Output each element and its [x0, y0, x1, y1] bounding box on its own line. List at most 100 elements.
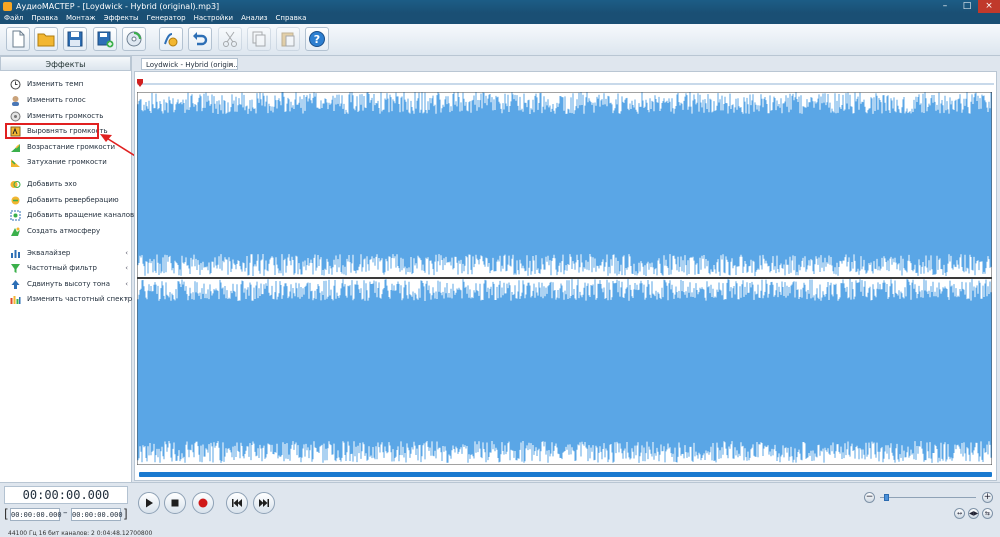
- menu-generator[interactable]: Генератор: [143, 13, 190, 24]
- volume-icon: [10, 111, 21, 122]
- filter-icon: [11, 264, 20, 273]
- effect-label: Эквалайзер: [27, 249, 71, 257]
- record-cd-button[interactable]: [122, 27, 146, 51]
- selection-dash: –: [63, 508, 68, 518]
- submenu-arrow-icon: ‹: [125, 295, 128, 303]
- skip-forward-icon: [259, 499, 269, 507]
- effect-change-voice[interactable]: Изменить голос: [0, 93, 131, 107]
- equalizer-icon: [11, 250, 20, 258]
- file-tab-label: Loydwick - Hybrid (origin...: [146, 61, 238, 69]
- file-tab[interactable]: Loydwick - Hybrid (origin... ×: [141, 58, 238, 70]
- menu-montage[interactable]: Монтаж: [62, 13, 100, 24]
- new-file-button[interactable]: [6, 27, 30, 51]
- effect-label: Добавить эхо: [27, 180, 77, 188]
- effect-label: Изменить частотный спектр: [27, 295, 133, 303]
- title-bar: АудиоМАСТЕР - [Loydwick - Hybrid (origin…: [0, 0, 1000, 13]
- help-button[interactable]: ?: [305, 27, 329, 51]
- paste-button[interactable]: [276, 27, 300, 51]
- cut-button[interactable]: [218, 27, 242, 51]
- timeline-ruler[interactable]: [137, 79, 994, 89]
- zoom-reset-button[interactable]: ⇆: [982, 508, 993, 519]
- effects-header: Эффекты: [0, 56, 131, 71]
- audio-edit-icon: [164, 33, 178, 47]
- record-button[interactable]: [192, 492, 214, 514]
- app-icon: [3, 2, 12, 11]
- maximize-icon[interactable]: □: [956, 0, 978, 13]
- zoom-out-button[interactable]: −: [864, 492, 875, 503]
- menu-analysis[interactable]: Анализ: [237, 13, 271, 24]
- effect-create-atmosphere[interactable]: Создать атмосферу: [0, 224, 131, 238]
- effect-frequency-filter[interactable]: Частотный фильтр ‹: [0, 261, 131, 275]
- scissors-icon: [223, 31, 237, 47]
- selection-start-field[interactable]: 00:00:00.000: [10, 508, 62, 521]
- fit-width-button[interactable]: ↔: [954, 508, 965, 519]
- zoom-slider-track[interactable]: [880, 497, 976, 498]
- undo-button[interactable]: [188, 27, 212, 51]
- save-button[interactable]: [63, 27, 87, 51]
- effect-label: Изменить голос: [27, 96, 86, 104]
- cd-icon: [126, 31, 142, 47]
- time-display: 00:00:00.000 [ 00:00:00.000 – 00:00:00.0…: [4, 486, 128, 526]
- edit-button[interactable]: [159, 27, 183, 51]
- skip-forward-button[interactable]: [253, 492, 275, 514]
- menu-edit[interactable]: Правка: [27, 13, 62, 24]
- waveform-core: [137, 309, 992, 433]
- svg-text:?: ?: [314, 33, 320, 46]
- stop-button[interactable]: [164, 492, 186, 514]
- waveform[interactable]: [137, 92, 992, 465]
- reverb-icon: [11, 196, 20, 205]
- echo-icon: [10, 181, 21, 188]
- effect-add-reverb[interactable]: Добавить реверберацию: [0, 193, 131, 207]
- selection-end-field[interactable]: 00:00:00.000: [71, 508, 123, 521]
- current-time: 00:00:00.000: [4, 486, 128, 504]
- effect-change-spectrum[interactable]: Изменить частотный спектр ‹: [0, 292, 133, 306]
- skip-back-button[interactable]: [226, 492, 248, 514]
- clock-icon: [10, 79, 21, 90]
- playhead-marker-icon[interactable]: [137, 79, 143, 87]
- copy-icon: [252, 31, 266, 47]
- minimize-icon[interactable]: –: [934, 0, 956, 13]
- open-button[interactable]: [34, 27, 58, 51]
- voice-icon: [12, 96, 19, 106]
- zoom-slider-thumb[interactable]: [883, 494, 889, 501]
- play-button[interactable]: [138, 492, 160, 514]
- submenu-arrow-icon: ‹: [125, 264, 128, 272]
- skip-back-icon: [232, 499, 242, 507]
- close-icon[interactable]: ×: [978, 0, 1000, 13]
- effect-pitch-shift[interactable]: Сдвинуть высоту тона ‹: [0, 277, 131, 291]
- effect-label: Добавить вращение каналов: [27, 211, 135, 219]
- zoom-in-button[interactable]: +: [982, 492, 993, 503]
- submenu-arrow-icon: ‹: [125, 280, 128, 288]
- window-title: АудиоМАСТЕР - [Loydwick - Hybrid (origin…: [16, 2, 220, 11]
- bracket-left: [: [4, 507, 9, 521]
- status-text: 44100 Гц 16 бит каналов: 2 0:04:48.12700…: [8, 530, 153, 537]
- fade-out-icon: [11, 159, 20, 167]
- copy-button[interactable]: [247, 27, 271, 51]
- new-file-icon: [12, 30, 25, 48]
- effect-equalizer[interactable]: Эквалайзер ‹: [0, 246, 131, 260]
- zoom-control: − +: [864, 492, 994, 504]
- menu-file[interactable]: Файл: [0, 13, 27, 24]
- save-as-button[interactable]: [93, 27, 117, 51]
- effect-add-channel-rotation[interactable]: Добавить вращение каналов: [0, 208, 135, 222]
- effect-label: Создать атмосферу: [27, 227, 101, 235]
- menu-settings[interactable]: Настройки: [190, 13, 238, 24]
- atmosphere-icon: [11, 227, 20, 236]
- horizontal-scrollbar[interactable]: [139, 472, 992, 477]
- highlight-box: [5, 123, 99, 139]
- menu-help[interactable]: Справка: [272, 13, 311, 24]
- effect-label: Сдвинуть высоту тона: [27, 280, 111, 288]
- effect-change-tempo[interactable]: Изменить темп: [0, 77, 131, 91]
- floppy-icon: [67, 31, 83, 47]
- spectrum-icon: [10, 296, 21, 304]
- zoom-selection-button[interactable]: ◀▶: [968, 508, 979, 519]
- effect-label: Изменить громкость: [27, 112, 104, 120]
- window-controls: – □ ×: [934, 0, 1000, 13]
- effect-change-volume[interactable]: Изменить громкость: [0, 109, 131, 123]
- menu-effects[interactable]: Эффекты: [100, 13, 143, 24]
- tab-close-icon[interactable]: ×: [228, 59, 234, 69]
- menu-bar: Файл Правка Монтаж Эффекты Генератор Нас…: [0, 13, 1000, 24]
- view-buttons: ↔ ◀▶ ⇆: [954, 508, 993, 519]
- play-icon: [146, 498, 153, 508]
- submenu-arrow-icon: ‹: [125, 249, 128, 257]
